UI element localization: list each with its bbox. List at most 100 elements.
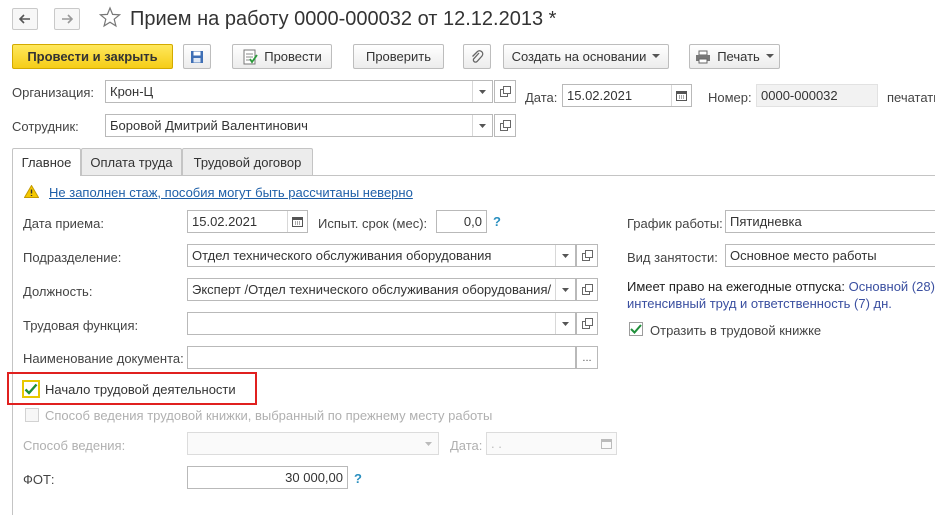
hire-date-field[interactable]: 15.02.2021 — [187, 210, 308, 233]
dropdown-button[interactable] — [555, 313, 575, 334]
employment-type-field[interactable]: Основное место работы — [725, 244, 935, 267]
select-document-button[interactable]: ... — [576, 346, 598, 369]
dropdown-button[interactable] — [472, 115, 492, 136]
organization-label: Организация: — [12, 85, 95, 100]
schedule-field[interactable]: Пятидневка — [725, 210, 935, 233]
employment-type-value: Основное место работы — [730, 248, 877, 263]
check-button[interactable]: Проверить — [353, 44, 444, 69]
checkmark-icon — [24, 383, 38, 395]
help-icon[interactable]: ? — [354, 471, 362, 486]
method-date-field: . . — [486, 432, 617, 455]
start-work-label: Начало трудовой деятельности — [45, 382, 236, 397]
vacation-main-link[interactable]: Основной (28) — [849, 279, 935, 294]
document-name-field[interactable] — [187, 346, 576, 369]
organization-field[interactable]: Крон-Ц — [105, 80, 493, 103]
position-value: Эксперт /Отдел технического обслуживания… — [192, 282, 552, 297]
post-button[interactable]: Провести — [232, 44, 332, 69]
fot-field[interactable]: 30 000,00 — [187, 466, 348, 489]
employee-value: Боровой Дмитрий Валентинович — [110, 118, 308, 133]
open-icon — [499, 86, 511, 97]
chevron-down-icon — [479, 123, 486, 128]
method-date-label: Дата: — [450, 438, 483, 453]
method-field — [187, 432, 439, 455]
create-based-on-label: Создать на основании — [511, 49, 647, 64]
vacation-extra-link[interactable]: интенсивный труд и ответственность (7) д… — [627, 296, 892, 311]
calendar-button[interactable] — [671, 85, 691, 106]
method-label: Способ ведения: — [23, 438, 126, 453]
chevron-down-icon — [479, 89, 486, 94]
calendar-button[interactable] — [287, 211, 307, 232]
help-icon[interactable]: ? — [493, 214, 501, 229]
tab-payment[interactable]: Оплата труда — [81, 148, 182, 175]
back-button[interactable] — [12, 8, 38, 30]
probation-field[interactable]: 0,0 — [436, 210, 487, 233]
chevron-down-icon — [424, 441, 432, 446]
calendar-icon — [292, 217, 303, 227]
date-field[interactable]: 15.02.2021 — [562, 84, 692, 107]
calendar-button — [596, 433, 616, 454]
attach-button[interactable] — [463, 44, 491, 69]
favorite-star-icon[interactable] — [98, 6, 122, 31]
start-work-checkbox[interactable] — [22, 380, 40, 398]
print-button[interactable]: Печать — [689, 44, 780, 69]
open-labor-function-button[interactable] — [576, 312, 598, 335]
chevron-down-icon — [765, 54, 774, 58]
department-label: Подразделение: — [23, 250, 122, 265]
chevron-down-icon — [652, 54, 661, 58]
warning-link[interactable]: Не заполнен стаж, пособия могут быть рас… — [49, 185, 413, 200]
vacation-label: Имеет право на ежегодные отпуска: — [627, 279, 845, 294]
chevron-down-icon — [562, 287, 569, 292]
document-name-label: Наименование документа: — [23, 351, 184, 366]
warning-icon — [23, 184, 40, 201]
dropdown-button[interactable] — [555, 279, 575, 300]
open-organization-button[interactable] — [494, 80, 516, 103]
date-value: 15.02.2021 — [567, 88, 633, 103]
dropdown-button[interactable] — [472, 81, 492, 102]
chevron-down-icon — [562, 253, 569, 258]
save-icon — [191, 50, 203, 63]
fot-value: 30 000,00 — [285, 470, 343, 485]
calendar-icon — [600, 439, 612, 449]
number-value: 0000-000032 — [761, 88, 838, 103]
paperclip-icon — [472, 49, 484, 63]
calendar-icon — [676, 91, 687, 101]
reflect-in-workbook-label: Отразить в трудовой книжке — [650, 323, 822, 338]
open-icon — [581, 284, 593, 295]
labor-function-field[interactable] — [187, 312, 576, 335]
page-title: Прием на работу 0000-000032 от 12.12.201… — [130, 8, 557, 30]
print-number-label: печатать — [887, 90, 935, 105]
prev-method-checkbox — [25, 408, 39, 422]
hire-date-value: 15.02.2021 — [192, 214, 258, 229]
save-button[interactable] — [183, 44, 211, 69]
employee-label: Сотрудник: — [12, 119, 79, 134]
create-based-on-button[interactable]: Создать на основании — [503, 44, 669, 69]
arrow-right-icon — [62, 14, 73, 24]
method-date-value: . . — [491, 436, 502, 451]
open-department-button[interactable] — [576, 244, 598, 267]
employment-type-label: Вид занятости: — [627, 250, 718, 265]
number-field[interactable]: 0000-000032 — [756, 84, 878, 107]
position-field[interactable]: Эксперт /Отдел технического обслуживания… — [187, 278, 576, 301]
forward-button[interactable] — [54, 8, 80, 30]
schedule-label: График работы: — [627, 216, 723, 231]
department-field[interactable]: Отдел технического обслуживания оборудов… — [187, 244, 576, 267]
open-icon — [499, 120, 511, 131]
hire-date-label: Дата приема: — [23, 216, 104, 231]
tab-labor-contract[interactable]: Трудовой договор — [182, 148, 313, 175]
dropdown-button[interactable] — [555, 245, 575, 266]
printer-icon — [696, 50, 711, 63]
tab-main[interactable]: Главное — [12, 148, 81, 176]
employee-field[interactable]: Боровой Дмитрий Валентинович — [105, 114, 493, 137]
print-label: Печать — [717, 49, 760, 64]
open-employee-button[interactable] — [494, 114, 516, 137]
date-label: Дата: — [525, 90, 558, 105]
post-and-close-button[interactable]: Провести и закрыть — [12, 44, 173, 69]
reflect-in-workbook-checkbox[interactable] — [629, 322, 643, 336]
open-position-button[interactable] — [576, 278, 598, 301]
checkmark-icon — [630, 324, 642, 334]
vacation-info: Имеет право на ежегодные отпуска: Основн… — [627, 279, 935, 294]
probation-value: 0,0 — [463, 214, 482, 229]
arrow-left-icon — [19, 14, 30, 24]
open-icon — [581, 318, 593, 329]
organization-value: Крон-Ц — [110, 84, 154, 99]
